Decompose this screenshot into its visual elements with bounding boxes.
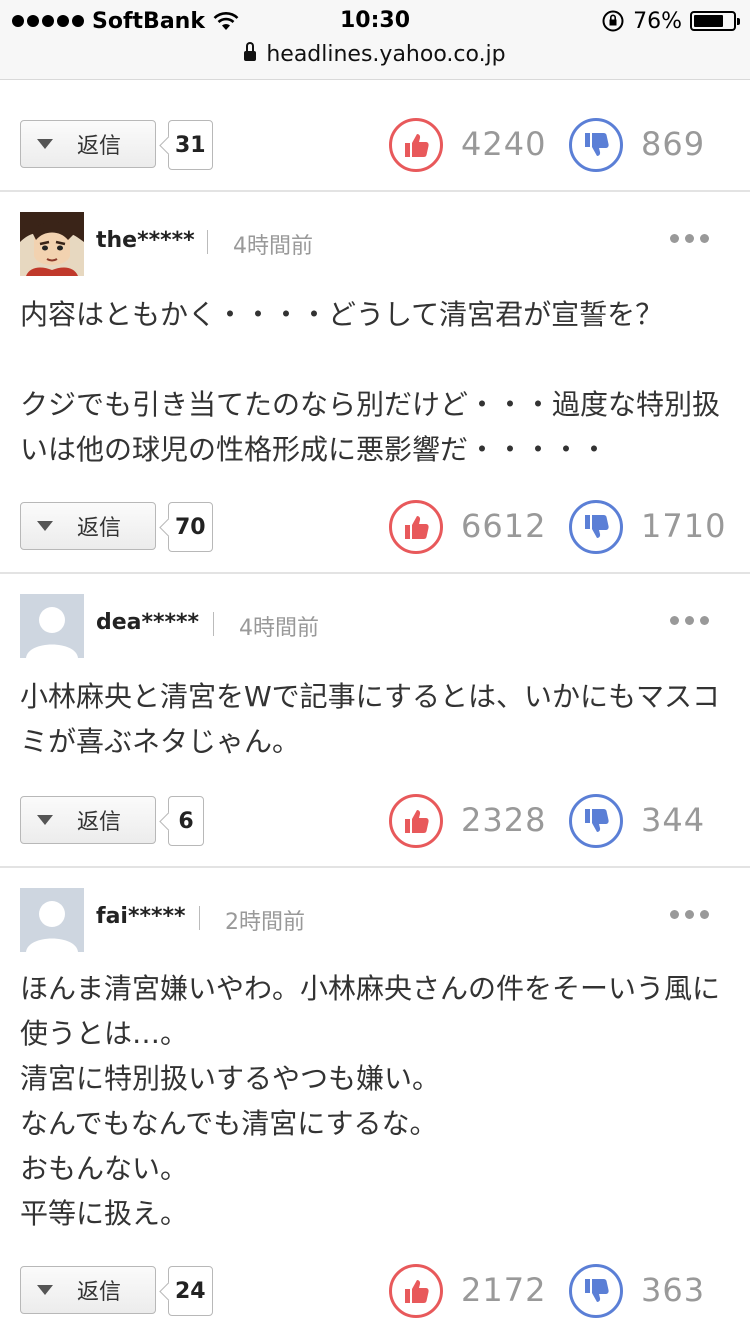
more-options-icon[interactable] [670, 228, 709, 249]
thumbs-down-icon [585, 1279, 609, 1302]
dislike-count: 869 [641, 125, 706, 163]
reply-label: 返信 [77, 134, 122, 159]
reply-label: 返信 [77, 1280, 122, 1305]
chevron-down-icon [37, 521, 53, 531]
address-bar[interactable]: headlines.yahoo.co.jp [0, 40, 750, 70]
reply-button[interactable]: 返信 [20, 120, 156, 168]
divider [0, 190, 750, 192]
reply-count[interactable]: 24 [168, 1266, 213, 1316]
comment-text: ほんま清宮嫌いやわ。小林麻央さんの件をそーいう風に使うとは…。 清宮に特別扱いす… [20, 972, 721, 1230]
thumbs-up-icon [405, 810, 429, 833]
dislike-count: 363 [641, 1271, 706, 1309]
default-user-icon [20, 594, 84, 658]
dislike-button[interactable] [569, 1264, 623, 1318]
dislike-count: 1710 [641, 507, 727, 545]
reply-label: 返信 [77, 516, 122, 541]
reply-count[interactable]: 6 [168, 796, 204, 846]
divider [0, 572, 750, 574]
chevron-down-icon [37, 139, 53, 149]
chevron-down-icon [37, 1285, 53, 1295]
comment-header: the***** 4時間前 [0, 212, 750, 278]
comment-text: 小林麻央と清宮をWで記事にするとは、いかにもマスコミが喜ぶネタじゃん。 [20, 680, 720, 758]
timestamp: 4時間前 [239, 616, 319, 641]
chevron-down-icon [37, 815, 53, 825]
default-user-icon [20, 888, 84, 952]
dislike-count: 344 [641, 801, 706, 839]
username[interactable]: dea***** [96, 610, 199, 635]
thumbs-down-icon [585, 515, 609, 538]
username[interactable]: the***** [96, 228, 195, 253]
reply-button[interactable]: 返信 [20, 502, 156, 550]
dislike-button[interactable] [569, 500, 623, 554]
comment-header: fai***** 2時間前 [0, 888, 750, 954]
like-count: 2328 [461, 801, 547, 839]
thumbs-up-icon [405, 516, 429, 539]
comment-actions: 返信 31 4240 869 [0, 118, 750, 172]
like-button[interactable] [389, 500, 443, 554]
battery-icon [690, 11, 740, 31]
more-options-icon[interactable] [670, 610, 709, 631]
battery-percent: 76% [633, 8, 682, 34]
reply-label: 返信 [77, 810, 122, 835]
comment-actions: 返信 6 2328 344 [0, 794, 750, 848]
avatar[interactable] [20, 212, 84, 276]
separator [199, 906, 200, 930]
comment-actions: 返信 24 2172 363 [0, 1264, 750, 1318]
thumbs-down-icon [585, 133, 609, 156]
status-bar: SoftBank 10:30 76% headlines.yahoo.co.jp [0, 0, 750, 80]
timestamp: 2時間前 [225, 910, 305, 935]
reply-button[interactable]: 返信 [20, 1266, 156, 1314]
avatar[interactable] [20, 594, 84, 658]
like-count: 6612 [461, 507, 547, 545]
thumbs-up-icon [405, 134, 429, 157]
avatar[interactable] [20, 888, 84, 952]
comment-header: dea***** 4時間前 [0, 594, 750, 660]
dislike-button[interactable] [569, 794, 623, 848]
username[interactable]: fai***** [96, 904, 185, 929]
separator [207, 230, 208, 254]
like-count: 4240 [461, 125, 547, 163]
comment-actions: 返信 70 6612 1710 [0, 500, 750, 554]
more-options-icon[interactable] [670, 904, 709, 925]
separator [213, 612, 214, 636]
dislike-button[interactable] [569, 118, 623, 172]
reply-button[interactable]: 返信 [20, 796, 156, 844]
like-button[interactable] [389, 794, 443, 848]
anime-character-icon [20, 212, 84, 276]
like-button[interactable] [389, 118, 443, 172]
battery-group: 76% [601, 6, 740, 36]
reply-count[interactable]: 70 [168, 502, 213, 552]
thumbs-down-icon [585, 809, 609, 832]
like-count: 2172 [461, 1271, 547, 1309]
comment-text: 内容はともかく・・・・どうして清宮君が宣誓を？ クジでも引き当てたのなら別だけど… [20, 298, 721, 466]
thumbs-up-icon [405, 1280, 429, 1303]
reply-count[interactable]: 31 [168, 120, 213, 170]
timestamp: 4時間前 [233, 234, 313, 259]
lock-icon [244, 42, 257, 62]
like-button[interactable] [389, 1264, 443, 1318]
rotation-lock-icon [602, 10, 624, 32]
url-text: headlines.yahoo.co.jp [266, 42, 506, 67]
divider [0, 866, 750, 868]
